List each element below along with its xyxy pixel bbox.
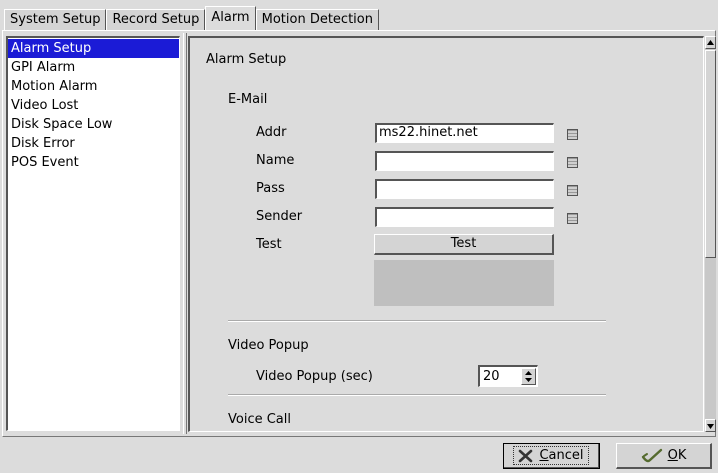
ok-button[interactable]: OK [616,443,712,469]
tab-motion-detection[interactable]: Motion Detection [255,9,379,30]
name-picker-icon[interactable] [567,157,578,168]
name-field[interactable] [375,151,554,171]
voice-call-heading: Voice Call [228,412,291,427]
cancel-label: Cancel [539,448,584,463]
pass-picker-icon[interactable] [567,185,578,196]
section-divider-2 [228,394,606,396]
test-button[interactable]: Test [374,234,554,255]
addr-picker-icon[interactable] [567,129,578,140]
cancel-button[interactable]: Cancel [503,443,600,469]
addr-label: Addr [256,125,287,140]
panel-title: Alarm Setup [206,52,287,67]
test-result-area [374,260,554,306]
sender-picker-icon[interactable] [567,213,578,224]
check-pen-icon [641,448,662,462]
scrollbar-thumb[interactable] [705,50,716,258]
test-label: Test [256,237,282,252]
sender-label: Sender [256,209,303,224]
pass-field[interactable] [375,179,554,199]
list-item-motion-alarm[interactable]: Motion Alarm [8,77,179,96]
video-popup-sec-spinner[interactable]: 20 [478,365,538,387]
cancel-button-inner: Cancel [513,446,589,465]
scroll-down-icon[interactable] [705,419,716,432]
settings-panel: Alarm Setup E-Mail Addr ms22.hinet.net N… [188,36,704,432]
name-label: Name [256,153,295,168]
tab-record-setup[interactable]: Record Setup [106,9,206,30]
splitter-handle[interactable] [183,33,187,434]
ok-label: OK [667,448,687,463]
alarm-category-list[interactable]: Alarm Setup GPI Alarm Motion Alarm Video… [6,36,180,431]
email-heading: E-Mail [228,92,268,107]
video-popup-sec-label: Video Popup (sec) [256,369,373,384]
spinner-arrows-icon[interactable] [521,368,536,385]
list-item-gpi-alarm[interactable]: GPI Alarm [8,58,179,77]
tab-system-setup[interactable]: System Setup [4,9,107,30]
tab-alarm[interactable]: Alarm [205,6,256,30]
tab-bar: System Setup Record Setup Alarm Motion D… [4,6,379,30]
list-item-disk-space-low[interactable]: Disk Space Low [8,115,179,134]
addr-field[interactable]: ms22.hinet.net [375,123,554,143]
x-icon [519,449,533,462]
list-item-pos-event[interactable]: POS Event [8,153,179,172]
video-popup-heading: Video Popup [228,338,309,353]
section-divider [228,320,606,322]
video-popup-sec-value[interactable]: 20 [483,368,500,385]
sender-field[interactable] [375,207,554,227]
pass-label: Pass [256,181,285,196]
scroll-up-icon[interactable] [705,36,716,49]
vertical-scrollbar[interactable] [705,36,716,432]
list-item-video-lost[interactable]: Video Lost [8,96,179,115]
list-item-alarm-setup[interactable]: Alarm Setup [8,39,179,58]
list-item-disk-error[interactable]: Disk Error [8,134,179,153]
